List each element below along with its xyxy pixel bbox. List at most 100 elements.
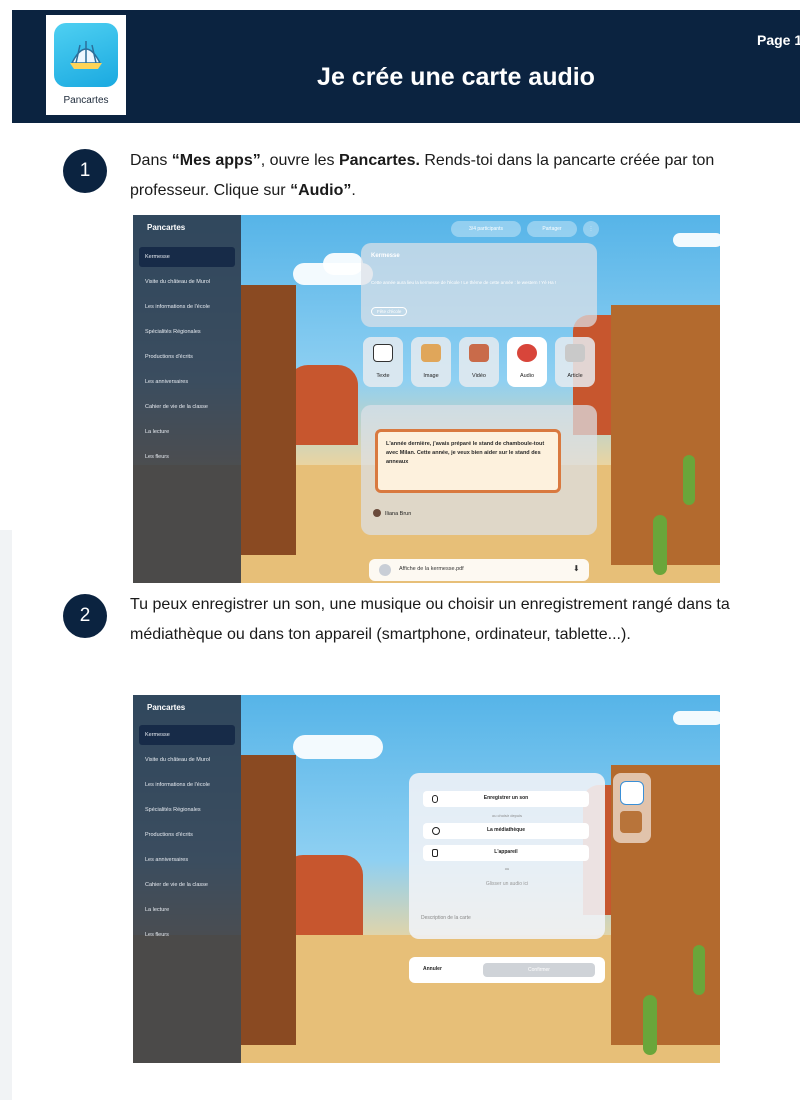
video-icon	[469, 344, 489, 362]
text-icon	[373, 344, 393, 362]
sidebar-item[interactable]: Kermesse	[139, 725, 235, 745]
sidebar-item[interactable]: Les anniversaires	[139, 850, 235, 870]
file-name: Affiche de la kermesse.pdf	[399, 566, 464, 572]
sidebar-item[interactable]: Cahier de vie de la classe	[139, 875, 235, 895]
page-header: Je crée une carte audio Page 1	[12, 10, 800, 123]
cloud	[673, 233, 720, 247]
media-library-button[interactable]: La médiathèque	[423, 823, 589, 839]
step-text-part: “Mes apps”	[171, 152, 261, 169]
record-sound-label: Enregistrer un son	[483, 795, 529, 801]
tool-video[interactable]: Vidéo	[459, 337, 499, 387]
choose-from-label: ou choisir depuis	[491, 813, 523, 818]
confirm-button[interactable]: Confirmer	[483, 963, 595, 977]
sidebar-item[interactable]: Visite du château de Murol	[139, 750, 235, 770]
sidebar-item[interactable]: Visite du château de Murol	[139, 272, 235, 292]
sidebar: Pancartes Kermesse Visite du château de …	[133, 695, 241, 1063]
pancarte-header-card: Kermesse Cette année aura lieu la kermes…	[361, 243, 597, 327]
sidebar-item[interactable]: Spécialités Régionales	[139, 322, 235, 342]
screenshot-pancarte-board: Pancartes Kermesse Visite du château de …	[133, 215, 720, 583]
page-title: Je crée une carte audio	[317, 63, 595, 91]
sidebar-item[interactable]: Les informations de l'école	[139, 775, 235, 795]
tool-label: Vidéo	[472, 373, 486, 379]
participants-button[interactable]: 3/4 participants	[451, 221, 521, 237]
blank-style-icon[interactable]	[620, 781, 644, 805]
modal-action-bar: Annuler Confirmer	[409, 957, 605, 983]
file-icon	[379, 564, 391, 576]
saloon-left	[241, 285, 296, 555]
tool-label: Audio	[519, 373, 535, 379]
sidebar-item[interactable]: Cahier de vie de la classe	[139, 397, 235, 417]
device-button[interactable]: L'appareil	[423, 845, 589, 861]
cactus	[653, 515, 667, 575]
sidebar-item[interactable]: Productions d'écrits	[139, 347, 235, 367]
description-field[interactable]: Description de la carte	[421, 915, 471, 921]
step-text-part: “Audio”	[290, 182, 352, 199]
step-text-part: Tu peux enregistrer un son, une musique …	[130, 596, 730, 643]
sidebar: Pancartes Kermesse Visite du château de …	[133, 215, 241, 583]
pancartes-icon	[54, 23, 118, 87]
article-icon	[565, 344, 585, 362]
sidebar-item[interactable]: La lecture	[139, 422, 235, 442]
step-2-badge: 2	[63, 594, 107, 638]
cloud	[323, 253, 363, 275]
cactus	[683, 455, 695, 505]
card-title: Kermesse	[371, 253, 400, 259]
microphone-icon	[517, 344, 537, 362]
app-logo: Pancartes	[46, 15, 126, 115]
author-name: Iliana Brun	[385, 511, 412, 517]
step-text-part: Dans	[130, 152, 172, 169]
screenshot-audio-modal: Pancartes Kermesse Visite du château de …	[133, 695, 720, 1063]
tool-text[interactable]: Texte	[363, 337, 403, 387]
download-icon[interactable]: ⬇	[573, 564, 580, 573]
author-avatar	[373, 509, 381, 517]
card-description: Cette année aura lieu la kermesse de l'é…	[371, 280, 557, 285]
file-attachment[interactable]: Affiche de la kermesse.pdf ⬇	[369, 559, 589, 581]
image-icon	[421, 344, 441, 362]
step-2-text: Tu peux enregistrer un son, une musique …	[130, 590, 730, 650]
sidebar-item[interactable]: Kermesse	[139, 247, 235, 267]
or-label: ou	[504, 866, 510, 871]
device-label: L'appareil	[494, 849, 518, 855]
sidebar-item[interactable]: Spécialités Régionales	[139, 800, 235, 820]
sidebar-item[interactable]: Les fleurs	[139, 925, 235, 945]
card-tag[interactable]: Fête d'école	[371, 307, 408, 316]
tool-label: Article	[567, 373, 583, 379]
step-1-text: Dans “Mes apps”, ouvre les Pancartes. Re…	[130, 146, 730, 206]
more-icon[interactable]: ⋮	[583, 221, 599, 237]
sidebar-item[interactable]: La lecture	[139, 900, 235, 920]
sidebar-item[interactable]: Les informations de l'école	[139, 297, 235, 317]
share-button[interactable]: Partager	[527, 221, 577, 237]
note-card: L'année dernière, j'avais préparé le sta…	[375, 429, 561, 493]
cloud	[673, 711, 720, 725]
saloon-left	[241, 755, 296, 1045]
step-text-part: , ouvre les	[260, 152, 339, 169]
mesa-rock	[288, 365, 358, 445]
wood-style-icon[interactable]	[620, 811, 642, 833]
audio-modal: Enregistrer un son ou choisir depuis La …	[409, 773, 605, 939]
media-library-label: La médiathèque	[486, 827, 526, 833]
record-sound-button[interactable]: Enregistrer un son	[423, 791, 589, 807]
page-number: Page 1	[757, 32, 800, 48]
tool-label: Image	[423, 373, 439, 379]
step-1-badge: 1	[63, 149, 107, 193]
page-margin-strip	[0, 530, 12, 1100]
note-text: L'année dernière, j'avais préparé le sta…	[386, 441, 545, 465]
card-style-picker[interactable]	[613, 773, 651, 843]
cactus	[643, 995, 657, 1055]
app-logo-label: Pancartes	[63, 95, 109, 106]
step-text-part: Pancartes.	[338, 152, 420, 169]
tool-article[interactable]: Article	[555, 337, 595, 387]
tool-audio[interactable]: Audio	[507, 337, 547, 387]
cancel-button[interactable]: Annuler	[423, 966, 442, 972]
sidebar-item[interactable]: Productions d'écrits	[139, 825, 235, 845]
cactus	[693, 945, 705, 995]
cloud	[293, 735, 383, 759]
tool-label: Texte	[376, 373, 390, 379]
sidebar-item[interactable]: Les fleurs	[139, 447, 235, 467]
drop-zone[interactable]: Glisser un audio ici	[409, 881, 605, 887]
sidebar-title: Pancartes	[147, 223, 186, 232]
tool-image[interactable]: Image	[411, 337, 451, 387]
sidebar-title: Pancartes	[147, 703, 186, 712]
sidebar-item[interactable]: Les anniversaires	[139, 372, 235, 392]
step-text-part: .	[351, 182, 356, 199]
